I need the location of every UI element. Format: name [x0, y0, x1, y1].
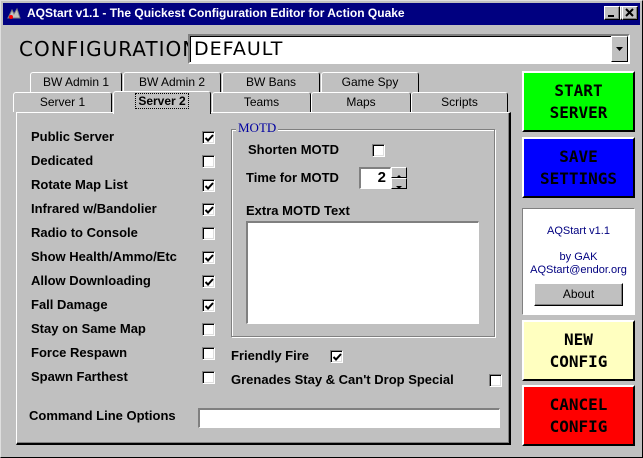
- app-window: AQStart v1.1 - The Quickest Configuratio…: [0, 0, 643, 458]
- option-label: Fall Damage: [31, 297, 108, 312]
- option-checkbox[interactable]: [202, 203, 215, 216]
- start-server-label-1: START: [554, 80, 603, 100]
- checkmark-icon: [204, 182, 214, 190]
- about-button[interactable]: About: [534, 283, 623, 306]
- tab-scripts[interactable]: Scripts: [411, 92, 508, 112]
- option-label: Allow Downloading: [31, 273, 151, 288]
- start-server-label-2: SERVER: [549, 102, 608, 122]
- info-panel: AQStart v1.1 by GAK AQStart@endor.org Ab…: [522, 208, 635, 315]
- chevron-down-icon: [396, 186, 402, 189]
- spin-up-button[interactable]: [391, 167, 407, 178]
- checkmark-icon: [204, 254, 214, 262]
- command-line-input[interactable]: [198, 408, 500, 428]
- server-2-panel: Public Server Dedicated Rotate Map List Inf…: [16, 112, 511, 445]
- motd-group: MOTD Shorten MOTD Time for MOTD 2 Extra …: [231, 120, 495, 337]
- tab-teams[interactable]: Teams: [212, 92, 311, 112]
- extra-motd-label: Extra MOTD Text: [246, 203, 350, 218]
- cancel-config-label-2: CONFIG: [549, 416, 608, 436]
- option-label: Force Respawn: [31, 345, 128, 360]
- shorten-motd-label: Shorten MOTD: [248, 142, 339, 157]
- option-checkbox[interactable]: [202, 179, 215, 192]
- configuration-dropdown-button[interactable]: [611, 36, 628, 62]
- option-label: Radio to Console: [31, 225, 138, 240]
- save-settings-button[interactable]: SAVE SETTINGS: [522, 137, 635, 198]
- spin-down-button[interactable]: [391, 178, 407, 189]
- extra-motd-textarea[interactable]: [246, 221, 479, 324]
- time-for-motd-spinner[interactable]: [391, 167, 407, 189]
- configuration-select[interactable]: DEFAULT: [188, 34, 630, 64]
- grenades-label: Grenades Stay & Can't Drop Special: [231, 372, 454, 387]
- option-checkbox[interactable]: [202, 323, 215, 336]
- checkmark-icon: [204, 134, 214, 142]
- new-config-button[interactable]: NEW CONFIG: [522, 320, 635, 381]
- option-checkbox[interactable]: [202, 251, 215, 264]
- info-version: AQStart v1.1: [547, 225, 610, 237]
- checkmark-icon: [204, 302, 214, 310]
- minimize-button[interactable]: [604, 6, 620, 20]
- option-label: Spawn Farthest: [31, 369, 128, 384]
- window-title: AQStart v1.1 - The Quickest Configuratio…: [27, 6, 405, 20]
- tab-server-1[interactable]: Server 1: [13, 92, 112, 112]
- checkmark-icon: [204, 206, 214, 214]
- title-bar[interactable]: AQStart v1.1 - The Quickest Configuratio…: [3, 3, 640, 25]
- app-icon: [6, 6, 22, 22]
- save-settings-label-2: SETTINGS: [539, 168, 618, 188]
- tab-bw-admin-1[interactable]: BW Admin 1: [30, 72, 122, 92]
- info-author: by GAK: [559, 251, 598, 263]
- chevron-down-icon: [616, 47, 623, 51]
- option-label: Dedicated: [31, 153, 94, 168]
- start-server-button[interactable]: START SERVER: [522, 71, 635, 132]
- save-settings-label-1: SAVE: [559, 146, 598, 166]
- tab-server-2[interactable]: Server 2: [113, 91, 211, 114]
- option-label: Stay on Same Map: [31, 321, 146, 336]
- configuration-value: DEFAULT: [194, 38, 284, 60]
- option-checkbox[interactable]: [202, 131, 215, 144]
- option-label: Show Health/Ammo/Etc: [31, 249, 177, 264]
- close-button[interactable]: [622, 6, 638, 20]
- checkmark-icon: [204, 278, 214, 286]
- tab-game-spy[interactable]: Game Spy: [321, 72, 419, 92]
- tab-bw-admin-2[interactable]: BW Admin 2: [123, 72, 221, 92]
- cancel-config-label-1: CANCEL: [549, 394, 608, 414]
- option-checkbox[interactable]: [202, 299, 215, 312]
- cancel-config-button[interactable]: CANCEL CONFIG: [522, 385, 635, 446]
- tab-bw-bans[interactable]: BW Bans: [222, 72, 320, 92]
- shorten-motd-checkbox[interactable]: [372, 144, 385, 157]
- tab-maps[interactable]: Maps: [311, 92, 411, 112]
- checkmark-icon: [332, 353, 342, 361]
- time-for-motd-input[interactable]: 2: [359, 167, 391, 189]
- command-line-label: Command Line Options: [29, 408, 176, 423]
- info-email: AQStart@endor.org: [530, 264, 627, 276]
- grenades-checkbox[interactable]: [489, 374, 502, 387]
- time-for-motd-label: Time for MOTD: [246, 170, 339, 185]
- friendly-fire-label: Friendly Fire: [231, 348, 310, 363]
- option-checkbox[interactable]: [202, 155, 215, 168]
- option-label: Rotate Map List: [31, 177, 128, 192]
- option-checkbox[interactable]: [202, 371, 215, 384]
- new-config-label-2: CONFIG: [549, 351, 608, 371]
- new-config-label-1: NEW: [564, 329, 593, 349]
- friendly-fire-checkbox[interactable]: [330, 350, 343, 363]
- option-label: Infrared w/Bandolier: [31, 201, 157, 216]
- option-checkbox[interactable]: [202, 227, 215, 240]
- option-checkbox[interactable]: [202, 275, 215, 288]
- configuration-label: CONFIGURATION: [19, 37, 199, 61]
- motd-legend: MOTD: [236, 120, 279, 136]
- option-checkbox[interactable]: [202, 347, 215, 360]
- option-label: Public Server: [31, 129, 115, 144]
